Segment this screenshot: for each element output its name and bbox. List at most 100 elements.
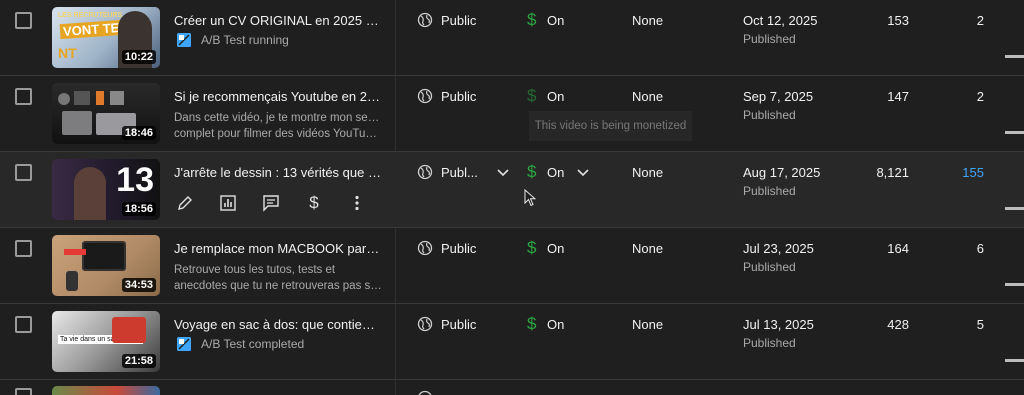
publish-date: Jul 23, 2025 (743, 241, 814, 256)
description-line: Dans cette vidéo, je te montre mon setup (174, 112, 382, 124)
monetization-tooltip: This video is being monetized (529, 111, 692, 141)
cursor-icon (524, 189, 536, 207)
video-thumbnail[interactable]: Ta vie dans un sac cabine 21:58 (52, 311, 160, 372)
restrictions-value: None (632, 165, 664, 180)
edit-icon (178, 196, 192, 210)
likes-bar (1005, 131, 1024, 134)
monetization-icon: $ (309, 193, 319, 212)
views-count: 8,121 (876, 165, 909, 180)
monetization-label: On (547, 88, 565, 104)
visibility-dropdown[interactable]: Publ... (417, 164, 510, 180)
video-thumbnail[interactable]: LES RECRUTEURS VONT TE NT 10:22 (52, 7, 160, 68)
monetization-label: On (547, 12, 565, 28)
visibility-label: Public (441, 12, 477, 28)
thumbnail-arrow (64, 249, 86, 255)
analytics-icon (220, 195, 236, 211)
table-row[interactable]: 34:53 Je remplace mon MACBOOK par un IP.… (0, 228, 1024, 304)
thumbnail-person (74, 167, 106, 220)
thumbnail-device (74, 91, 90, 105)
publish-date: Jul 13, 2025 (743, 317, 814, 332)
globe-icon (417, 88, 433, 104)
table-row[interactable] (0, 380, 1024, 395)
video-description: Retrouve tous les tutos, tests et anecdo… (174, 262, 382, 294)
visibility-label: Public (441, 316, 477, 332)
thumbnail-device (62, 111, 92, 135)
likes-bar (1005, 55, 1024, 58)
ab-test-status: A/B Test running (176, 32, 289, 48)
video-thumbnail[interactable] (52, 386, 160, 395)
monetization-label: On (547, 240, 565, 256)
publish-status: Published (743, 336, 796, 350)
description-line: complet pour filmer des vidéos YouTube..… (174, 128, 382, 140)
table-row[interactable]: Ta vie dans un sac cabine 21:58 Voyage e… (0, 304, 1024, 380)
publish-status: Published (743, 260, 796, 274)
monetization-cell[interactable]: $ On (527, 10, 564, 30)
video-title[interactable]: Je remplace mon MACBOOK par un IP... (174, 241, 382, 256)
video-thumbnail[interactable]: 18:46 (52, 83, 160, 144)
thumbnail-device (66, 271, 78, 291)
publish-status: Published (743, 108, 796, 122)
visibility-cell[interactable]: Public (417, 316, 476, 332)
comments-count: 2 (976, 89, 984, 104)
ab-test-icon (177, 337, 191, 351)
visibility-cell[interactable]: Public (417, 88, 476, 104)
row-checkbox[interactable] (15, 164, 32, 181)
row-checkbox[interactable] (15, 12, 32, 29)
video-duration: 18:46 (121, 126, 156, 140)
video-title[interactable]: Voyage en sac à dos: que contient mo... (174, 317, 382, 332)
monetization-label: On (547, 164, 565, 180)
row-checkbox[interactable] (15, 88, 32, 105)
visibility-cell[interactable]: Public (417, 12, 476, 28)
thumbnail-device (96, 91, 104, 105)
restrictions-value: None (632, 241, 664, 256)
video-thumbnail[interactable]: 34:53 (52, 235, 160, 296)
comments-button[interactable] (260, 192, 282, 214)
edit-button[interactable] (174, 192, 196, 214)
ab-test-status: A/B Test completed (176, 336, 304, 352)
globe-icon (417, 240, 433, 256)
comments-count: 6 (976, 241, 984, 256)
row-checkbox[interactable] (15, 240, 32, 257)
restrictions-value: None (632, 317, 664, 332)
views-count: 153 (887, 13, 909, 28)
views-count: 164 (887, 241, 909, 256)
video-title[interactable]: J'arrête le dessin : 13 vérités que pers… (174, 165, 382, 180)
monetization-dropdown[interactable]: $ On (527, 162, 590, 182)
dollar-icon: $ (527, 238, 537, 257)
dollar-icon: $ (527, 162, 537, 181)
table-row[interactable]: 18:46 Si je recommençais Youtube en 2025… (0, 76, 1024, 152)
publish-date: Oct 12, 2025 (743, 13, 818, 28)
restrictions-value: None (632, 13, 664, 28)
table-row[interactable]: LES RECRUTEURS VONT TE NT 10:22 Créer un… (0, 0, 1024, 76)
comments-icon (263, 195, 279, 212)
likes-bar (1005, 207, 1024, 210)
row-checkbox[interactable] (15, 388, 32, 395)
more-options-button[interactable] (346, 192, 368, 214)
description-line: anecdotes que tu ne retrouveras pas sur.… (174, 280, 382, 292)
monetization-button[interactable]: $ (303, 192, 325, 214)
video-title[interactable]: Si je recommençais Youtube en 2025: ... (174, 89, 382, 104)
comments-count-link[interactable]: 155 (962, 165, 984, 180)
ab-test-label: A/B Test running (201, 33, 289, 47)
video-title[interactable]: Créer un CV ORIGINAL en 2025 (sans ... (174, 13, 382, 28)
thumbnail-caption: 13 (116, 161, 154, 199)
monetization-cell[interactable]: $ On (527, 238, 564, 258)
views-count: 147 (887, 89, 909, 104)
views-count: 428 (887, 317, 909, 332)
video-duration: 18:56 (121, 202, 156, 216)
analytics-button[interactable] (217, 192, 239, 214)
globe-icon (417, 316, 433, 332)
thumbnail-object (112, 317, 146, 343)
dollar-icon: $ (527, 10, 537, 29)
globe-icon (417, 164, 433, 180)
monetization-cell[interactable]: $ On (527, 314, 564, 334)
monetization-cell[interactable]: $ On (527, 86, 564, 106)
description-line: Retrouve tous les tutos, tests et (174, 264, 336, 276)
visibility-label: Public (441, 240, 477, 256)
video-thumbnail[interactable]: 13 18:56 (52, 159, 160, 220)
publish-status: Published (743, 184, 796, 198)
visibility-cell[interactable]: Public (417, 240, 476, 256)
more-options-icon (355, 195, 359, 211)
table-row[interactable]: 13 18:56 J'arrête le dessin : 13 vérités… (0, 152, 1024, 228)
row-checkbox[interactable] (15, 316, 32, 333)
